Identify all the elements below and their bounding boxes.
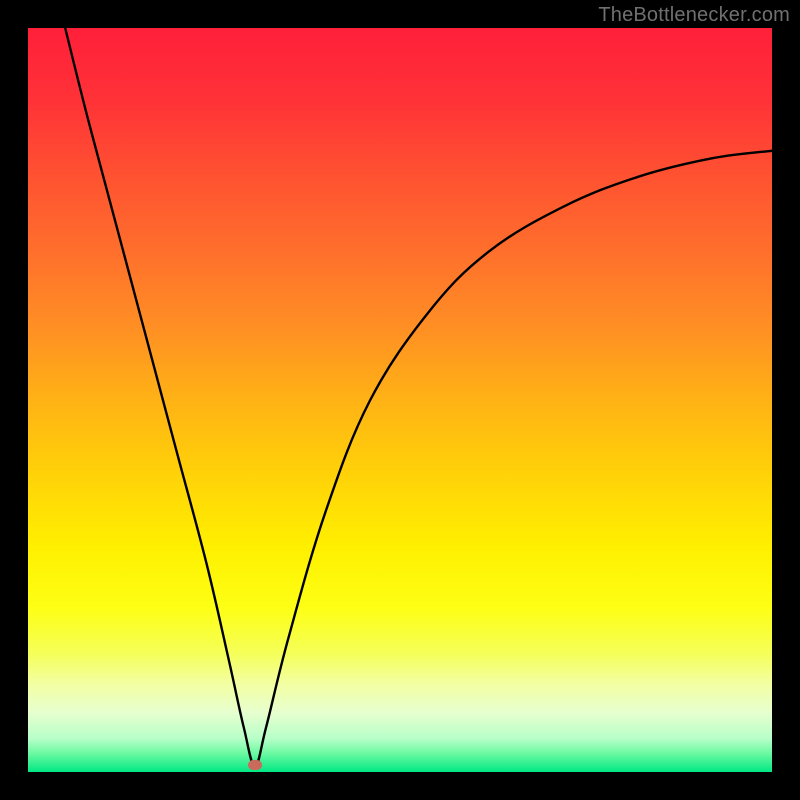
optimum-marker: [248, 760, 262, 770]
curve-layer: [28, 28, 772, 772]
plot-area: [28, 28, 772, 772]
chart-frame: TheBottlenecker.com: [0, 0, 800, 800]
attribution-text: TheBottlenecker.com: [598, 4, 790, 27]
bottleneck-curve: [65, 28, 772, 766]
